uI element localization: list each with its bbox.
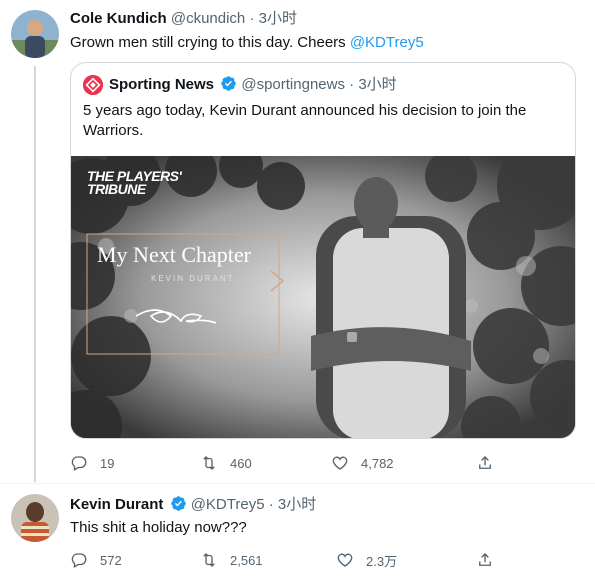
media-byline: KEVIN DURANT bbox=[151, 274, 235, 283]
tweet-actions: 19 460 4,782 bbox=[70, 453, 510, 473]
author-handle[interactable]: @ckundich bbox=[171, 10, 245, 27]
thread-line bbox=[34, 66, 36, 482]
separator-dot: · bbox=[249, 10, 255, 27]
tweet-text-content: Grown men still crying to this day. Chee… bbox=[70, 34, 350, 51]
heart-icon bbox=[332, 456, 348, 470]
like-button[interactable]: 4,782 bbox=[331, 453, 394, 473]
quote-media-image[interactable]: THE PLAYERS' TRIBUNE My Next Chapter KEV… bbox=[71, 156, 575, 438]
share-icon bbox=[479, 553, 491, 566]
verified-icon bbox=[170, 496, 186, 511]
reply-icon bbox=[71, 456, 87, 471]
quote-header: Sporting News @sportingnews · 3小时 bbox=[109, 75, 397, 95]
quote-text: 5 years ago today, Kevin Durant announce… bbox=[83, 102, 527, 139]
mention-link[interactable]: @KDTrey5 bbox=[350, 34, 424, 51]
share-button[interactable] bbox=[476, 550, 494, 570]
reply-icon bbox=[71, 553, 87, 568]
retweet-icon bbox=[203, 456, 215, 470]
verified-icon bbox=[221, 76, 236, 91]
like-count: 2.3万 bbox=[366, 553, 398, 569]
tweet-text: This shit a holiday now??? bbox=[70, 519, 247, 536]
quote-author-name[interactable]: Sporting News bbox=[109, 76, 214, 93]
media-headline: My Next Chapter bbox=[97, 242, 251, 267]
like-count: 4,782 bbox=[361, 455, 394, 471]
avatar[interactable] bbox=[11, 10, 59, 58]
brand-line-2: TRIBUNE bbox=[87, 181, 146, 197]
reply-count: 572 bbox=[100, 552, 122, 568]
author-handle[interactable]: @KDTrey5 bbox=[191, 496, 265, 513]
share-icon bbox=[479, 456, 491, 469]
quote-timestamp[interactable]: 3小时 bbox=[358, 76, 396, 93]
avatar[interactable] bbox=[11, 494, 59, 542]
separator-dot: · bbox=[349, 76, 355, 93]
heart-icon bbox=[337, 553, 353, 567]
timestamp[interactable]: 3小时 bbox=[278, 496, 316, 513]
quoted-tweet[interactable]: Sporting News @sportingnews · 3小时 5 year… bbox=[70, 62, 576, 439]
retweet-button[interactable]: 460 bbox=[200, 453, 252, 473]
quote-author-handle[interactable]: @sportingnews bbox=[241, 76, 345, 93]
tweet-header: Kevin Durant @KDTrey5 · 3小时 bbox=[70, 495, 316, 515]
reply-button[interactable]: 572 bbox=[70, 550, 122, 570]
share-button[interactable] bbox=[476, 453, 494, 473]
tweet-cole-kundich[interactable]: Cole Kundich @ckundich · 3小时 Grown men s… bbox=[0, 0, 595, 482]
reply-button[interactable]: 19 bbox=[70, 453, 114, 473]
author-name[interactable]: Kevin Durant bbox=[70, 496, 163, 513]
timestamp[interactable]: 3小时 bbox=[259, 10, 297, 27]
quote-avatar[interactable] bbox=[83, 75, 103, 95]
tweet-text: Grown men still crying to this day. Chee… bbox=[70, 33, 570, 53]
tweet-actions: 572 2,561 2.3万 bbox=[70, 550, 510, 570]
separator-dot: · bbox=[268, 496, 274, 513]
like-button[interactable]: 2.3万 bbox=[336, 550, 397, 570]
author-name[interactable]: Cole Kundich bbox=[70, 10, 167, 27]
retweet-count: 460 bbox=[230, 455, 252, 471]
tweet-header: Cole Kundich @ckundich · 3小时 bbox=[70, 9, 297, 29]
tweet-kevin-durant[interactable]: Kevin Durant @KDTrey5 · 3小时 This shit a … bbox=[0, 484, 595, 581]
retweet-count: 2,561 bbox=[230, 552, 263, 568]
retweet-icon bbox=[203, 553, 215, 567]
reply-count: 19 bbox=[100, 455, 115, 471]
retweet-button[interactable]: 2,561 bbox=[200, 550, 263, 570]
